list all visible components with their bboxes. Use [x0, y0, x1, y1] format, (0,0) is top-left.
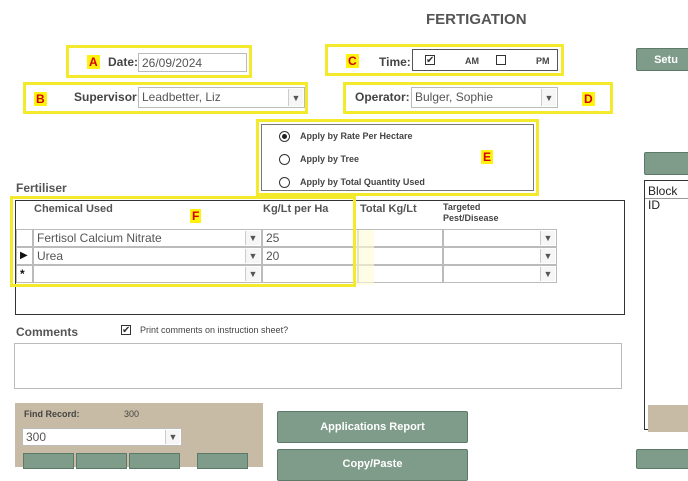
chevron-down-icon[interactable]: ▼	[541, 89, 556, 106]
apply-total-label: Apply by Total Quantity Used	[300, 177, 425, 187]
print-comments-label: Print comments on instruction sheet?	[140, 325, 289, 335]
apply-total-radio[interactable]	[279, 177, 290, 188]
supervisor-select[interactable]: Leadbetter, Liz ▼	[138, 87, 305, 108]
am-checkbox[interactable]: ✔	[425, 55, 435, 66]
right-action-button[interactable]	[644, 152, 688, 175]
operator-label: Operator:	[355, 90, 410, 104]
pm-label: PM	[536, 56, 550, 66]
target-select[interactable]: ▼	[443, 247, 557, 265]
apply-tree-label: Apply by Tree	[300, 154, 360, 164]
right-tan-panel	[648, 405, 688, 432]
apply-rate-label: Apply by Rate Per Hectare	[300, 131, 413, 141]
block-id-header: Block ID	[645, 181, 688, 212]
date-label: Date:	[108, 55, 139, 69]
target-select-new[interactable]: ▼	[443, 265, 557, 283]
applications-report-button[interactable]: Applications Report	[277, 411, 468, 443]
date-field[interactable]: 26/09/2024	[138, 53, 247, 72]
marker-a: A	[87, 55, 100, 69]
page-title: FERTIGATION	[426, 11, 527, 28]
chevron-down-icon[interactable]: ▼	[288, 89, 303, 106]
highlight-box-f	[10, 196, 356, 287]
block-list[interactable]: Block ID	[644, 180, 688, 430]
print-comments-checkbox[interactable]: ✔	[121, 325, 131, 336]
find-record-label: Find Record:	[24, 409, 80, 419]
time-label: Time:	[379, 55, 411, 69]
col-target-header-line2: Pest/Disease	[443, 213, 499, 223]
marker-f: F	[190, 209, 202, 223]
am-label: AM	[465, 56, 479, 66]
supervisor-value: Leadbetter, Liz	[142, 90, 221, 104]
marker-b: B	[34, 92, 47, 106]
check-icon: ✔	[122, 325, 131, 336]
fertiliser-section-label: Fertiliser	[16, 181, 67, 195]
chevron-down-icon[interactable]: ▼	[165, 430, 180, 444]
find-record-select[interactable]: 300 ▼	[22, 428, 182, 446]
marker-e: E	[481, 150, 494, 164]
check-icon: ✔	[426, 55, 435, 66]
comments-label: Comments	[16, 325, 79, 339]
col-total-header: Total Kg/Lt	[360, 203, 417, 215]
operator-select[interactable]: Bulger, Sophie ▼	[411, 87, 558, 108]
right-bottom-button[interactable]	[636, 449, 688, 469]
find-record-value: 300	[26, 430, 47, 444]
chevron-down-icon[interactable]: ▼	[540, 231, 555, 245]
pm-checkbox[interactable]	[496, 55, 506, 65]
comments-textarea[interactable]	[14, 343, 622, 389]
copy-paste-button[interactable]: Copy/Paste	[277, 449, 468, 481]
col-target-header-line1: Targeted	[443, 202, 481, 212]
supervisor-label: Supervisor:	[74, 90, 141, 104]
highlight-glow	[354, 230, 374, 285]
apply-tree-radio[interactable]	[279, 154, 290, 165]
chevron-down-icon[interactable]: ▼	[540, 249, 555, 263]
marker-c: C	[346, 54, 359, 68]
marker-d: D	[582, 92, 595, 106]
operator-value: Bulger, Sophie	[415, 90, 494, 104]
apply-rate-radio[interactable]	[279, 131, 290, 142]
find-record-count: 300	[124, 409, 140, 419]
target-select[interactable]: ▼	[443, 229, 557, 247]
chevron-down-icon[interactable]: ▼	[540, 267, 555, 281]
setup-button[interactable]: Setu	[636, 48, 688, 71]
